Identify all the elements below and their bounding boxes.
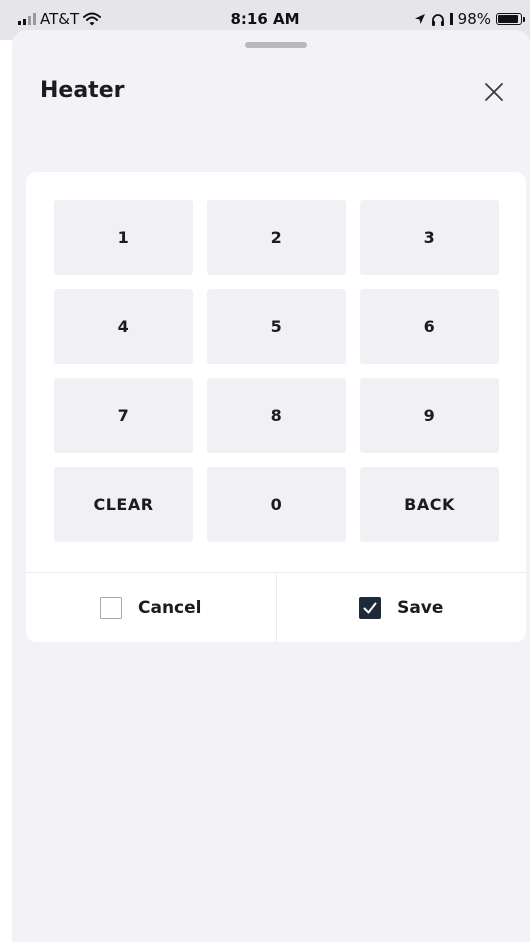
signal-small-icon — [449, 13, 453, 25]
location-arrow-icon — [414, 14, 425, 24]
key-5[interactable]: 5 — [207, 289, 346, 364]
action-bar: Cancel Save — [26, 572, 526, 643]
bottom-sheet: Heater 1 2 3 4 5 6 7 8 9 CLEAR 0 BACK Ca… — [12, 30, 530, 942]
headphones-icon — [431, 13, 444, 26]
back-button[interactable]: BACK — [360, 467, 499, 542]
battery-percent: 98% — [457, 10, 491, 28]
key-7[interactable]: 7 — [54, 378, 193, 453]
cancel-label: Cancel — [138, 598, 202, 618]
key-2[interactable]: 2 — [207, 200, 346, 275]
key-8[interactable]: 8 — [207, 378, 346, 453]
key-6[interactable]: 6 — [360, 289, 499, 364]
sheet-title: Heater — [40, 78, 125, 103]
save-label: Save — [397, 598, 444, 618]
cancel-checkbox[interactable] — [100, 597, 122, 619]
key-3[interactable]: 3 — [360, 200, 499, 275]
keypad: 1 2 3 4 5 6 7 8 9 CLEAR 0 BACK — [54, 200, 499, 542]
save-checkbox[interactable] — [359, 597, 382, 619]
close-button[interactable] — [482, 80, 506, 104]
status-bar-right: 98% — [414, 10, 525, 28]
key-0[interactable]: 0 — [207, 467, 346, 542]
checkmark-icon — [363, 602, 377, 614]
battery-fill — [498, 15, 518, 23]
key-1[interactable]: 1 — [54, 200, 193, 275]
cancel-button[interactable]: Cancel — [26, 573, 276, 643]
key-4[interactable]: 4 — [54, 289, 193, 364]
battery-icon — [496, 13, 525, 25]
key-9[interactable]: 9 — [360, 378, 499, 453]
save-button[interactable]: Save — [275, 573, 527, 643]
clear-button[interactable]: CLEAR — [54, 467, 193, 542]
keypad-card: 1 2 3 4 5 6 7 8 9 CLEAR 0 BACK Cancel Sa… — [26, 172, 526, 643]
close-icon — [485, 83, 503, 101]
sheet-grabber[interactable] — [245, 42, 307, 48]
